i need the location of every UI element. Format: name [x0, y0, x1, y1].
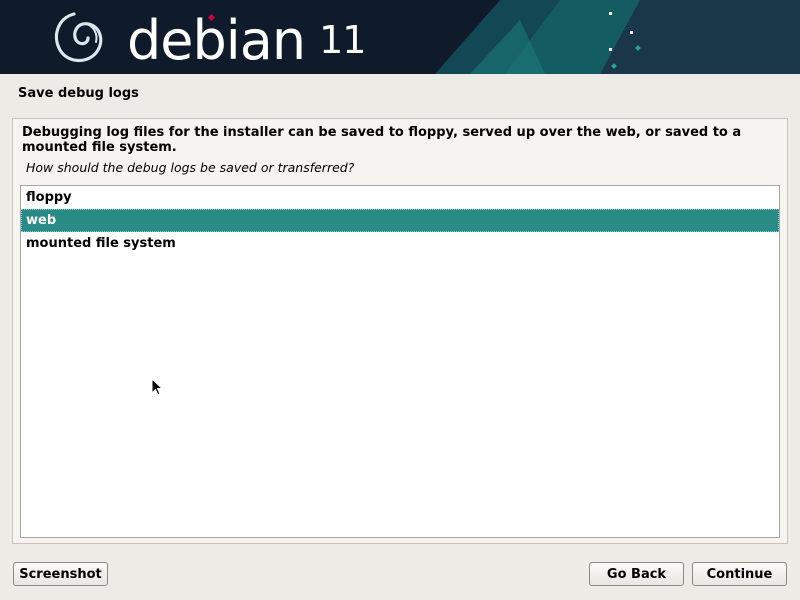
- list-item-web[interactable]: web: [21, 209, 779, 232]
- brand-logo-text: debian 11: [127, 4, 366, 74]
- continue-button[interactable]: Continue: [692, 562, 787, 586]
- description-text: Debugging log files for the installer ca…: [22, 125, 742, 155]
- debian-swirl-icon: [54, 12, 103, 63]
- brand-name: debian: [127, 9, 306, 72]
- list-item-floppy[interactable]: floppy: [21, 186, 779, 209]
- go-back-button[interactable]: Go Back: [589, 562, 684, 586]
- content-panel: Debugging log files for the installer ca…: [12, 118, 788, 544]
- mouse-pointer-icon: [151, 378, 164, 396]
- question-text: How should the debug logs be saved or tr…: [26, 160, 355, 175]
- header-banner: debian 11: [0, 0, 800, 74]
- page-title: Save debug logs: [18, 86, 139, 101]
- list-item-mounted-file-system[interactable]: mounted file system: [21, 232, 779, 255]
- banner-background-shapes: [435, 0, 800, 74]
- screenshot-button[interactable]: Screenshot: [13, 562, 108, 586]
- options-list[interactable]: floppy web mounted file system: [20, 185, 780, 538]
- brand-version: 11: [319, 18, 366, 62]
